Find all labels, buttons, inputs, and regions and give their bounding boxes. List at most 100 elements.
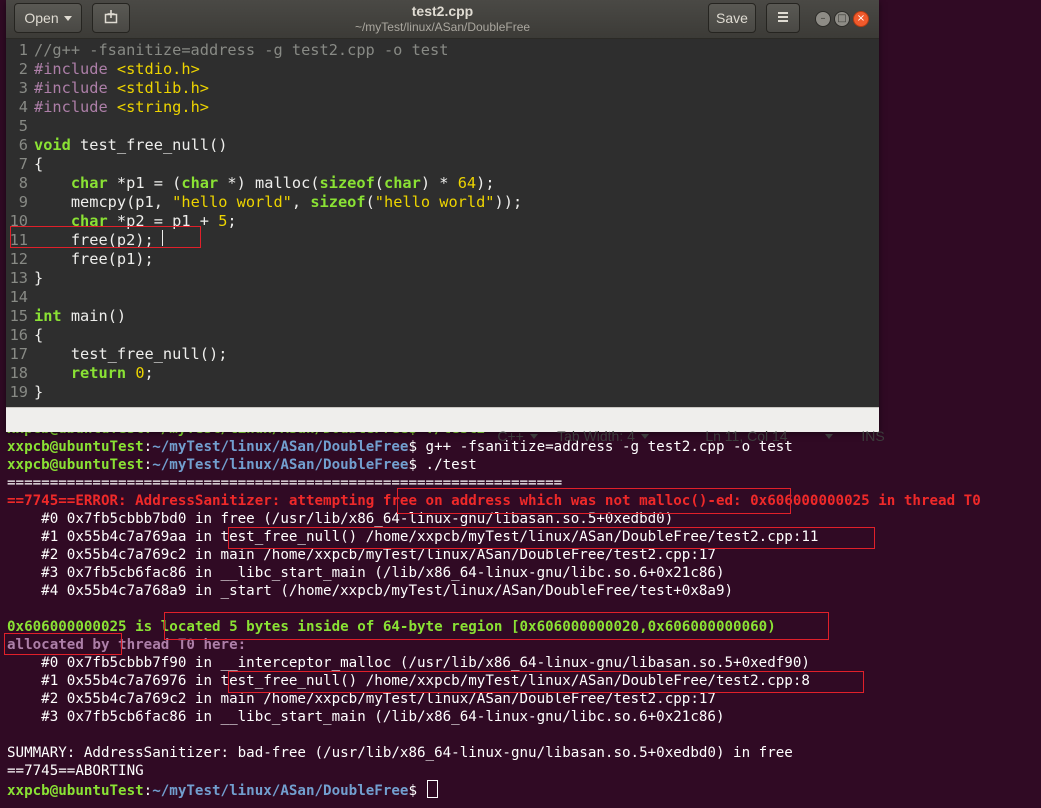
terminal-text: #0 0x7fb5cbbb7bd0 in free (/usr/lib/x86_… <box>7 511 674 527</box>
code-line: 9 memcpy(p1, "hello world", sizeof("hell… <box>6 193 522 212</box>
terminal-text: #3 0x7fb5cb6fac86 in __libc_start_main (… <box>7 709 725 725</box>
code-token: sizeof <box>310 193 366 211</box>
code-line: 17 test_free_null(); <box>6 345 228 364</box>
code-token: free(p1); <box>34 250 154 268</box>
terminal-text: : <box>143 457 153 473</box>
code-token: { <box>34 155 44 173</box>
code-token: #include <box>34 60 117 78</box>
insert-mode[interactable]: INS <box>838 412 885 460</box>
insert-mode-label: INS <box>861 428 885 444</box>
code-token: char <box>70 174 108 192</box>
code-token: *p1 = ( <box>107 174 182 192</box>
code-token: } <box>34 383 44 401</box>
code-token: <stdlib.h> <box>116 79 209 97</box>
terminal-text: allocated by thread T0 here: <box>7 637 247 653</box>
cursor-position[interactable]: Ln 11, Col 14 <box>682 412 788 460</box>
terminal-line: allocated by thread T0 here: <box>7 636 246 654</box>
terminal-line: xxpcb@ubuntuTest:~/myTest/linux/ASan/Dou… <box>7 438 793 456</box>
terminal-text: #1 0x55b4c7a769aa in test_free_null() /h… <box>7 529 819 545</box>
code-line: 6 void test_free_null() <box>6 136 228 155</box>
terminal-line: #2 0x55b4c7a769c2 in main /home/xxpcb/my… <box>7 546 716 564</box>
menu-button[interactable] <box>766 3 800 33</box>
close-icon[interactable]: × <box>853 11 869 27</box>
terminal-text: #2 0x55b4c7a769c2 in main /home/xxpcb/my… <box>7 547 716 563</box>
language-label: C++ <box>497 428 524 444</box>
code-token: return <box>70 364 127 382</box>
gedit-window: Open test2.cpp ~/myTest/linux/ASan/Doubl… <box>6 0 885 444</box>
code-editor[interactable]: 1 //g++ -fsanitize=address -g test2.cpp -… <box>6 39 879 407</box>
code-token: memcpy(p1, <box>34 193 173 211</box>
terminal-text: ~/myTest/linux/ASan/DoubleFree <box>152 439 409 455</box>
language-selector[interactable]: C++ <box>474 412 538 460</box>
maximize-icon[interactable]: □ <box>834 11 850 27</box>
code-token: ( <box>365 193 375 211</box>
terminal-line: 0x606000000025 is located 5 bytes inside… <box>7 618 776 636</box>
code-token: ; <box>144 364 154 382</box>
terminal-cursor <box>426 780 438 798</box>
terminal-text: xxpcb@ubuntuTest <box>7 783 144 799</box>
terminal-line: #3 0x7fb5cb6fac86 in __libc_start_main (… <box>7 708 725 726</box>
terminal-text: #1 0x55b4c7a76976 in test_free_null() /h… <box>7 673 810 689</box>
code-token: int <box>34 307 62 325</box>
code-token: free(p2); <box>34 231 154 249</box>
terminal-text: #4 0x55b4c7a768a9 in _start (/home/xxpcb… <box>7 583 734 599</box>
code-token: char <box>181 174 219 192</box>
minimize-icon[interactable]: – <box>815 11 831 27</box>
code-token: "hello world" <box>172 193 292 211</box>
line-number: 19 <box>9 383 28 401</box>
terminal-text: $ ./test <box>408 457 477 473</box>
status-bar: C++ Tab Width: 4 Ln 11, Col 14 INS <box>6 407 885 444</box>
position-dropdown[interactable] <box>796 412 834 460</box>
terminal-line: SUMMARY: AddressSanitizer: bad-free (/us… <box>7 744 793 762</box>
code-token: char <box>384 174 421 192</box>
terminal-line: #4 0x55b4c7a768a9 in _start (/home/xxpcb… <box>7 582 733 600</box>
code-token: char <box>70 212 108 230</box>
code-line: 5 <box>6 117 34 136</box>
line-number: 2 <box>18 60 28 78</box>
code-line: 8 char *p1 = (char *) malloc(sizeof(char… <box>6 174 495 193</box>
line-number: 8 <box>18 174 28 192</box>
header-bar: Open test2.cpp ~/myTest/linux/ASan/Doubl… <box>6 0 879 39</box>
code-token: ); <box>476 174 495 192</box>
code-token: sizeof <box>319 174 375 192</box>
terminal-line: ==7745==ABORTING <box>7 762 144 780</box>
terminal-text: ========================================… <box>7 475 563 491</box>
tab-width-selector[interactable]: Tab Width: 4 <box>534 412 649 460</box>
terminal-text: SUMMARY: AddressSanitizer: bad-free (/us… <box>7 745 793 761</box>
code-token: 0 <box>135 364 145 382</box>
code-token: ( <box>374 174 385 192</box>
code-token: #include <box>34 79 117 97</box>
terminal-text: ==7745==ERROR: AddressSanitizer: attempt… <box>7 493 981 509</box>
cursor-position-label: Ln 11, Col 14 <box>705 428 788 444</box>
save-button[interactable]: Save <box>708 3 756 33</box>
code-token: <stdio.h> <box>116 60 200 78</box>
terminal-line: #2 0x55b4c7a769c2 in main /home/xxpcb/my… <box>7 690 716 708</box>
code-token: #include <box>34 98 117 116</box>
terminal-text: : <box>143 783 153 799</box>
terminal-line: #3 0x7fb5cb6fac86 in __libc_start_main (… <box>7 564 724 582</box>
terminal-line: xxpcb@ubuntuTest:~/myTest/linux/ASan/Dou… <box>7 456 477 474</box>
terminal-line: #1 0x55b4c7a76976 in test_free_null() /h… <box>7 672 810 690</box>
terminal-text: #0 0x7fb5cbbb7f90 in __interceptor_mallo… <box>7 655 810 671</box>
line-number: 16 <box>9 326 28 344</box>
code-token: )); <box>494 193 523 211</box>
code-line: 10 char *p2 = p1 + 5; <box>6 212 237 231</box>
code-token: //g++ -fsanitize=address -g test2.cpp -o… <box>34 41 449 59</box>
terminal-line: xxpcb@ubuntuTest:~/myTest/linux/ASan/Dou… <box>7 780 438 799</box>
code-line: 19} <box>6 383 44 402</box>
terminal-line: ==7745==ERROR: AddressSanitizer: attempt… <box>7 492 981 510</box>
terminal-line: ========================================… <box>7 474 562 492</box>
code-token: test_free_null() <box>70 136 228 154</box>
line-number: 9 <box>18 193 28 211</box>
chevron-down-icon <box>825 434 834 439</box>
code-token: 64 <box>457 174 477 192</box>
code-token: ; <box>227 212 237 230</box>
line-number: 6 <box>18 136 28 154</box>
terminal-text: ~/myTest/linux/ASan/DoubleFree <box>152 783 409 799</box>
line-number: 17 <box>9 345 28 363</box>
line-number: 5 <box>18 117 28 135</box>
code-token: { <box>34 326 44 344</box>
